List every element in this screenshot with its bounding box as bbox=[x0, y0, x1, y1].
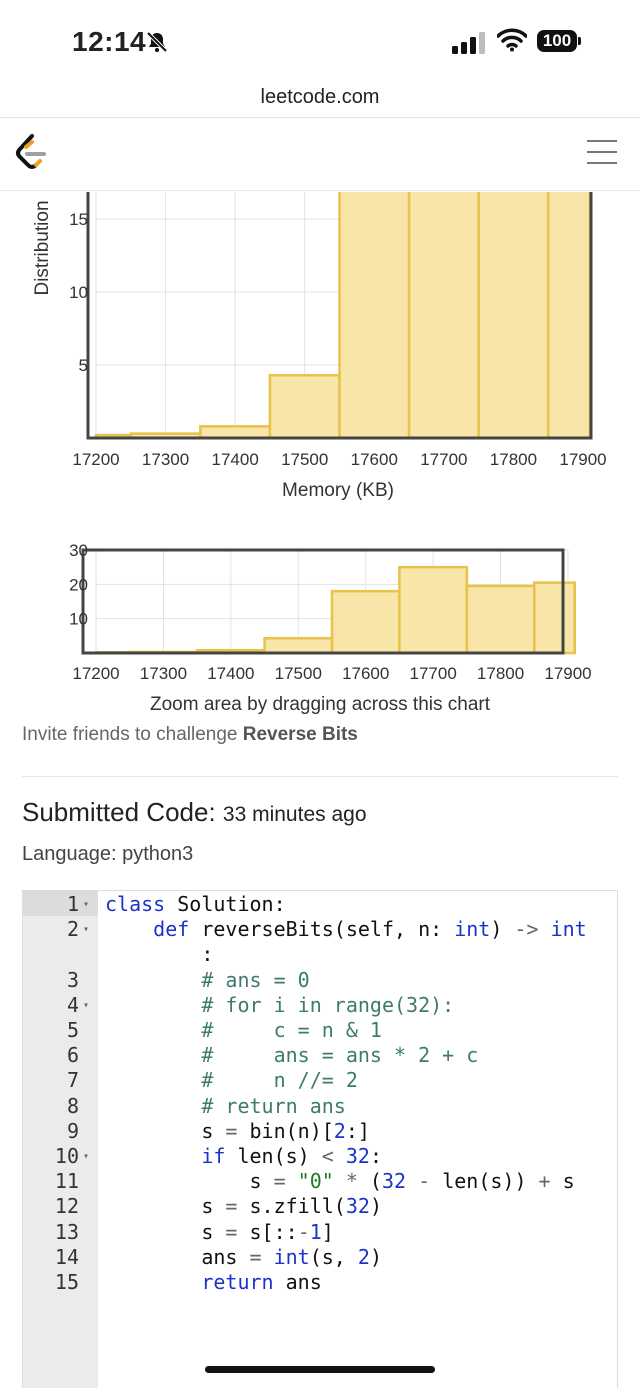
x-tick-label: 17700 bbox=[410, 664, 457, 683]
y-axis-label: Distribution bbox=[32, 200, 53, 295]
histogram-bar[interactable] bbox=[398, 565, 469, 655]
histogram-bar[interactable] bbox=[465, 584, 536, 655]
x-tick-label: 17800 bbox=[477, 664, 524, 683]
x-tick-label: 17200 bbox=[72, 450, 119, 469]
language-label: Language: python3 bbox=[22, 843, 194, 865]
battery-level: 100 bbox=[537, 30, 577, 52]
x-axis-label: Memory (KB) bbox=[282, 480, 394, 501]
x-tick-label: 17300 bbox=[142, 450, 189, 469]
histogram-bar[interactable] bbox=[268, 374, 341, 440]
line-number: 10 bbox=[54, 1144, 79, 1168]
divider bbox=[0, 117, 640, 118]
histogram-bar[interactable] bbox=[263, 636, 334, 655]
code-text: : bbox=[105, 942, 214, 967]
hamburger-menu-icon[interactable] bbox=[587, 140, 617, 173]
divider bbox=[22, 776, 618, 777]
line-number: 9 bbox=[66, 1118, 79, 1143]
x-tick-label: 17400 bbox=[212, 450, 259, 469]
code-text: return ans bbox=[201, 1270, 322, 1294]
line-number: 2 bbox=[66, 917, 79, 942]
fold-arrow-icon[interactable]: ▾ bbox=[83, 917, 89, 942]
y-tick-label: 30 bbox=[69, 541, 88, 560]
line-number: 15 bbox=[54, 1270, 79, 1294]
line-number: 11 bbox=[54, 1169, 79, 1194]
battery-icon: 100 bbox=[537, 30, 581, 54]
histogram-bar[interactable] bbox=[546, 192, 592, 440]
code-text: def reverseBits(self, n: int) -> int bbox=[153, 917, 587, 942]
code-text: s = bin(n)[2:] bbox=[105, 1118, 370, 1143]
submission-time: 33 minutes ago bbox=[222, 803, 367, 826]
code-editor[interactable]: 1 ▾ class Solution: 2 ▾ def reverseBits(self… bbox=[22, 890, 618, 1388]
x-tick-label: 17900 bbox=[544, 664, 591, 683]
histogram-bar[interactable] bbox=[338, 192, 411, 440]
code-text: class Solution: bbox=[105, 892, 286, 916]
code-text: if len(s) < 32: bbox=[201, 1144, 382, 1168]
code-text: # c = n & 1 bbox=[201, 1018, 382, 1042]
memory-distribution-chart[interactable]: Distribution 5 10 15 17200 17300 17400 17500 1… bbox=[0, 192, 640, 512]
line-number: 5 bbox=[66, 1018, 79, 1042]
line-number: 12 bbox=[54, 1194, 79, 1219]
cellular-signal-icon bbox=[452, 32, 485, 54]
zoom-navigator-chart[interactable]: 10 20 30 17200 17300 17400 17500 17600 17700 178… bbox=[0, 540, 640, 720]
x-tick-label: 17200 bbox=[72, 664, 119, 683]
submitted-code-title: Submitted Code: bbox=[22, 797, 216, 827]
invite-prefix: Invite friends to challenge bbox=[22, 724, 238, 745]
home-indicator[interactable] bbox=[205, 1366, 435, 1373]
code-text: s = s.zfill(32) bbox=[105, 1194, 382, 1219]
y-tick-label: 15 bbox=[69, 210, 88, 229]
code-text: # for i in range(32): bbox=[201, 992, 455, 1017]
divider bbox=[0, 190, 640, 191]
submitted-code-heading: Submitted Code: 33 minutes ago bbox=[22, 797, 367, 828]
histogram-bar[interactable] bbox=[199, 425, 272, 440]
invite-text: Invite friends to challenge Reverse Bits bbox=[22, 724, 358, 746]
line-number: 6 bbox=[66, 1043, 79, 1068]
histogram-bar[interactable] bbox=[477, 192, 550, 440]
code-text: ans = int(s, 2) bbox=[105, 1244, 382, 1269]
x-tick-label: 17800 bbox=[490, 450, 537, 469]
bell-slash-icon bbox=[146, 31, 168, 53]
line-number: 1 bbox=[66, 892, 79, 916]
y-tick-label: 5 bbox=[79, 356, 88, 375]
code-text: # return ans bbox=[201, 1093, 346, 1118]
code-text: # ans = 0 bbox=[201, 967, 310, 992]
x-tick-label: 17900 bbox=[559, 450, 606, 469]
url-bar[interactable]: leetcode.com bbox=[0, 86, 640, 109]
problem-link[interactable]: Reverse Bits bbox=[243, 724, 358, 745]
x-tick-label: 17500 bbox=[281, 450, 328, 469]
code-text: s = "0" * (32 - len(s)) + s bbox=[105, 1169, 575, 1194]
line-number: 8 bbox=[66, 1093, 79, 1118]
line-number: 13 bbox=[54, 1219, 79, 1244]
y-tick-label: 10 bbox=[69, 610, 88, 629]
code-text: # ans = ans * 2 + c bbox=[201, 1043, 479, 1068]
status-time: 12:14 bbox=[72, 26, 147, 57]
histogram-bar[interactable] bbox=[533, 581, 576, 655]
x-tick-label: 17500 bbox=[275, 664, 322, 683]
x-tick-label: 17400 bbox=[207, 664, 254, 683]
histogram-bar[interactable] bbox=[407, 192, 480, 440]
line-number: 3 bbox=[66, 967, 79, 992]
y-tick-label: 20 bbox=[69, 575, 88, 594]
x-tick-label: 17600 bbox=[342, 664, 389, 683]
line-number: 7 bbox=[66, 1068, 79, 1093]
x-tick-label: 17600 bbox=[351, 450, 398, 469]
line-number: 14 bbox=[54, 1244, 79, 1269]
zoom-hint: Zoom area by dragging across this chart bbox=[150, 694, 491, 715]
fold-arrow-icon[interactable]: ▾ bbox=[83, 892, 89, 917]
histogram-bar[interactable] bbox=[330, 589, 401, 655]
x-tick-label: 17700 bbox=[420, 450, 467, 469]
wifi-icon bbox=[497, 28, 527, 52]
x-tick-label: 17300 bbox=[140, 664, 187, 683]
leetcode-logo-icon[interactable] bbox=[14, 133, 48, 173]
fold-arrow-icon[interactable]: ▾ bbox=[83, 1144, 89, 1169]
code-text: s = s[::-1] bbox=[105, 1219, 334, 1244]
code-text: # n //= 2 bbox=[201, 1068, 358, 1093]
line-number: 4 bbox=[66, 992, 79, 1017]
y-tick-label: 10 bbox=[69, 283, 88, 302]
fold-arrow-icon[interactable]: ▾ bbox=[83, 993, 89, 1018]
